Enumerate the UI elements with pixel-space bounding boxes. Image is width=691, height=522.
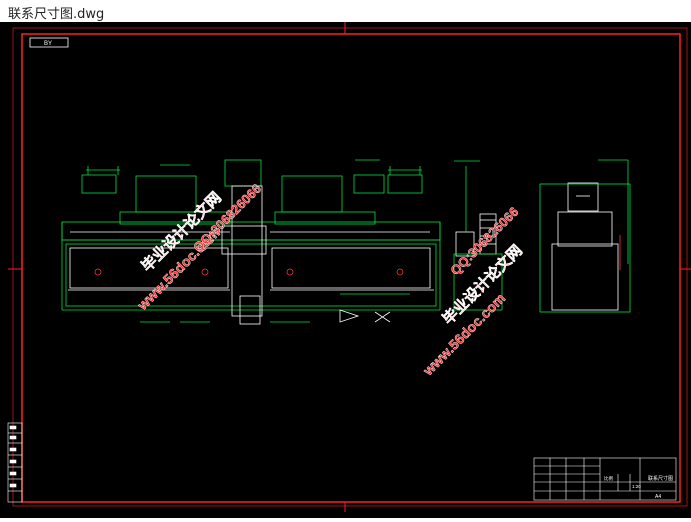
drawing-canvas[interactable]: BY 比例 1:20 联系尺寸图 A4 毕业设计论文网 www.56doc.co…: [0, 22, 691, 518]
titleblock-scale: 1:20: [632, 484, 641, 489]
titleblock-scale-header: 比例: [604, 475, 613, 482]
cad-drawing[interactable]: BY 比例 1:20 联系尺寸图 A4 毕业设计论文网 www.56doc.co…: [0, 22, 691, 518]
window-titlebar: 联系尺寸图.dwg: [0, 0, 691, 22]
window-title: 联系尺寸图.dwg: [8, 7, 105, 22]
revision-strip: [7, 422, 23, 503]
titleblock-name: 联系尺寸图: [648, 475, 673, 482]
view-label: BY: [44, 41, 52, 47]
watermark-2: 毕业设计论文网 www.56doc.com QQ:306826066: [419, 204, 526, 379]
title-block: 比例 1:20 联系尺寸图 A4: [533, 457, 677, 501]
titleblock-sheet: A4: [655, 494, 661, 500]
side-view[interactable]: [539, 159, 631, 313]
view-label-box: BY: [29, 37, 69, 48]
sheet-border: [8, 22, 691, 512]
